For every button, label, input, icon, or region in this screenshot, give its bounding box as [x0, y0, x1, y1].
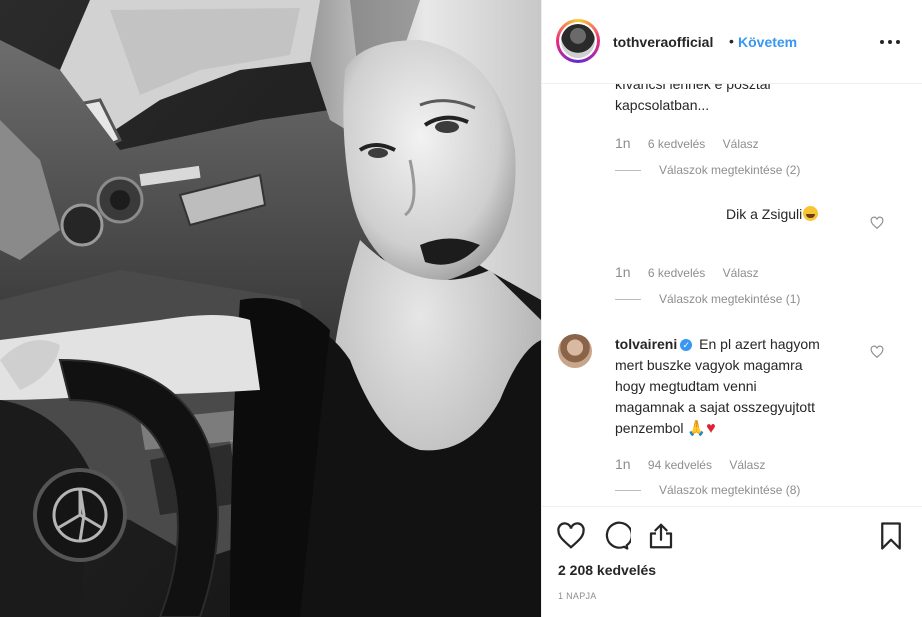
comment-bubble-icon[interactable]	[601, 521, 631, 551]
comment-time[interactable]: 1n	[615, 456, 631, 472]
post-photo[interactable]	[0, 0, 541, 617]
heart-outline-icon[interactable]	[870, 345, 884, 359]
comment-text: kíváncsi lennék e posztal kapcsolatban..…	[615, 84, 771, 116]
comment-time[interactable]: 1n	[615, 264, 631, 280]
comment-text-line: hogy megtudtam venni	[615, 378, 757, 394]
likes-count[interactable]: 2 208 kedvelés	[558, 562, 656, 578]
commenter-username[interactable]: tolvaireni	[615, 336, 677, 352]
heart-outline-icon[interactable]	[870, 216, 884, 230]
comments-list[interactable]: kíváncsi lennék e posztal kapcsolatban..…	[542, 84, 922, 506]
laughing-emoji-icon	[803, 206, 819, 221]
view-replies-line	[615, 170, 641, 172]
view-replies-label: Válaszok megtekintése (2)	[659, 163, 801, 177]
view-replies-label: Válaszok megtekintése (8)	[659, 483, 801, 497]
red-heart-emoji-icon: ♥	[706, 420, 716, 437]
commenter-avatar[interactable]	[558, 334, 592, 368]
comment-meta: 1n 6 kedvelés Válasz	[615, 135, 759, 151]
comment-meta: 1n 94 kedvelés Válasz	[615, 456, 765, 472]
post-actions: 2 208 kedvelés 1 NAPJA	[542, 506, 922, 617]
comment-text: Dik a Zsiguli	[726, 204, 819, 225]
folded-hands-emoji-icon: 🙏	[687, 420, 707, 437]
comment-text-line: En pl azert hagyom	[699, 336, 820, 352]
comment-time[interactable]: 1n	[615, 135, 631, 151]
follow-button[interactable]: Követem	[738, 34, 797, 50]
post-photo-image	[0, 0, 541, 617]
comment-text-line: penzembol	[615, 420, 684, 436]
instagram-post-modal: tothveraofficial • Követem kíváncsi lenn…	[0, 0, 922, 617]
comment-text-line: kíváncsi lennék e posztal	[615, 84, 771, 92]
view-replies-line	[615, 490, 641, 492]
reply-button[interactable]: Válasz	[723, 137, 759, 151]
bookmark-icon[interactable]	[876, 521, 906, 551]
comment-text-line: mert buszke vagyok magamra	[615, 357, 803, 373]
view-replies-line	[615, 299, 641, 301]
comment-likes[interactable]: 6 kedvelés	[648, 137, 705, 151]
post-timestamp: 1 NAPJA	[558, 591, 597, 601]
author-username[interactable]: tothveraofficial	[613, 34, 713, 50]
share-icon[interactable]	[646, 521, 676, 551]
comment-text-line: magamnak a sajat osszegyujtott	[615, 399, 815, 415]
post-side-panel: tothveraofficial • Követem kíváncsi lenn…	[541, 0, 922, 617]
comment-likes[interactable]: 6 kedvelés	[648, 266, 705, 280]
view-replies-button[interactable]: Válaszok megtekintése (2)	[615, 163, 800, 177]
reply-button[interactable]: Válasz	[723, 266, 759, 280]
reply-button[interactable]: Válasz	[729, 458, 765, 472]
comment-text-line: kapcsolatban...	[615, 97, 710, 113]
comment-likes[interactable]: 94 kedvelés	[648, 458, 712, 472]
comment-text: tolvaireni ✓ En pl azert hagyom mert busz…	[615, 334, 865, 439]
view-replies-button[interactable]: Válaszok megtekintése (1)	[615, 292, 800, 306]
view-replies-label: Válaszok megtekintése (1)	[659, 292, 801, 306]
verified-badge-icon: ✓	[680, 339, 693, 351]
post-header: tothveraofficial • Követem	[542, 0, 922, 84]
comment-text-line: Dik a Zsiguli	[726, 206, 803, 222]
heart-icon[interactable]	[556, 521, 586, 551]
author-avatar[interactable]	[556, 19, 600, 63]
view-replies-button[interactable]: Válaszok megtekintése (8)	[615, 483, 800, 497]
header-separator: •	[729, 33, 734, 49]
more-options-icon[interactable]	[880, 39, 902, 45]
comment-meta: 1n 6 kedvelés Válasz	[615, 264, 759, 280]
